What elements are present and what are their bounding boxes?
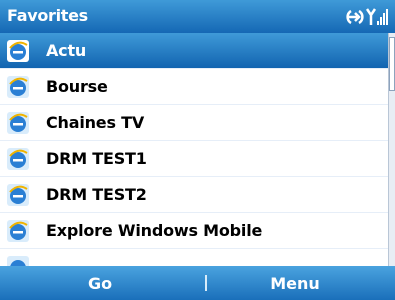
list-item[interactable]: DRM TEST2 [0, 177, 388, 213]
list-item-partial[interactable] [0, 249, 388, 266]
softkey-divider [205, 275, 207, 291]
internet-explorer-icon [7, 184, 29, 206]
internet-explorer-icon [7, 112, 29, 134]
internet-explorer-icon [7, 256, 29, 266]
signal-strength-icon [365, 8, 388, 25]
list-item-label: Bourse [46, 77, 108, 96]
title-bar: Favorites [0, 0, 395, 33]
page-title: Favorites [7, 6, 88, 25]
favorites-list: Actu Bourse Chaines TV DRM TEST1 DRM TES… [0, 33, 388, 266]
menu-softkey[interactable]: Menu [220, 274, 370, 293]
status-icons [343, 5, 389, 29]
list-item-label: Explore Windows Mobile [46, 221, 263, 240]
list-item-label: DRM TEST1 [46, 149, 147, 168]
connectivity-icon [346, 9, 364, 25]
list-item[interactable]: Chaines TV [0, 105, 388, 141]
list-item[interactable]: DRM TEST1 [0, 141, 388, 177]
internet-explorer-icon [7, 76, 29, 98]
list-item-label: Actu [46, 41, 87, 60]
internet-explorer-icon [7, 148, 29, 170]
list-item[interactable]: Actu [0, 33, 388, 69]
list-item[interactable]: Bourse [0, 69, 388, 105]
vertical-scrollbar[interactable] [388, 33, 395, 266]
list-item-label: DRM TEST2 [46, 185, 147, 204]
list-item[interactable]: Explore Windows Mobile [0, 213, 388, 249]
scrollbar-thumb[interactable] [389, 37, 395, 91]
internet-explorer-icon [7, 40, 29, 62]
softkey-bar: Go Menu [0, 266, 395, 300]
internet-explorer-icon [7, 220, 29, 242]
list-item-label: Chaines TV [46, 113, 145, 132]
go-softkey[interactable]: Go [25, 274, 175, 293]
